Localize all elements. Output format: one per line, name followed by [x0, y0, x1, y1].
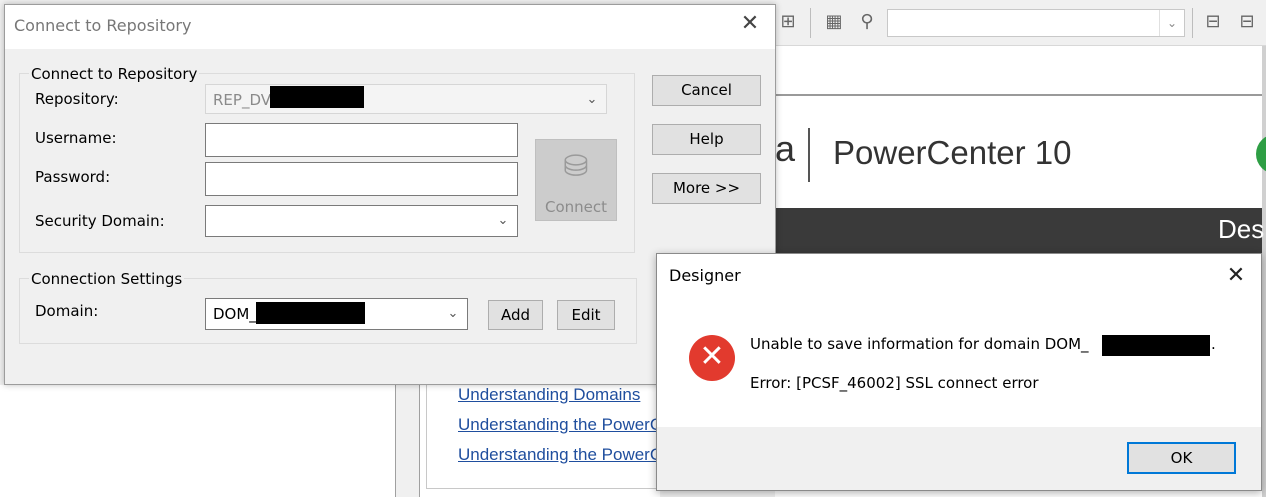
doc-link-domains[interactable]: Understanding Domains: [458, 385, 658, 405]
dark-band-text: Des: [1218, 214, 1265, 244]
repository-combo[interactable]: REP_DV ⌄: [205, 84, 607, 114]
close-icon[interactable]: ✕: [1224, 264, 1248, 288]
redaction-bar: [1102, 335, 1210, 356]
banner-title: PowerCenter 10: [833, 134, 1072, 171]
brand-logo-fragment: a: [775, 128, 796, 169]
password-input[interactable]: [205, 162, 518, 196]
error-message-end: .: [1211, 335, 1216, 353]
connect-button[interactable]: ⛁ Connect: [535, 139, 617, 221]
repository-group-label: Connect to Repository: [29, 65, 200, 83]
edit-domain-button[interactable]: Edit: [557, 300, 615, 330]
chevron-down-icon: ⌄: [447, 306, 459, 321]
repository-value: REP_DV: [213, 91, 271, 109]
error-x-icon: ✕: [689, 335, 735, 381]
password-label: Password:: [35, 168, 111, 186]
cancel-button[interactable]: Cancel: [652, 75, 761, 106]
toolbar-grid-icon[interactable]: ▦: [822, 10, 846, 34]
redaction-bar: [256, 302, 365, 324]
chevron-down-icon: ⌄: [586, 92, 598, 107]
navigator-panel: [0, 385, 396, 497]
domain-value: DOM_: [213, 305, 257, 323]
doc-link-powercenter[interactable]: Understanding the PowerCenter: [458, 415, 658, 435]
chevron-down-icon: ⌄: [1159, 10, 1184, 36]
domain-label: Domain:: [35, 302, 99, 320]
database-connect-icon: ⛁: [563, 149, 589, 184]
banner-dark-band: [775, 208, 1262, 254]
workspace-scroll-edge: [1262, 46, 1266, 497]
doc-link-powercenter-2[interactable]: Understanding the PowerCenter: [458, 445, 658, 465]
security-domain-label: Security Domain:: [35, 212, 165, 230]
close-icon[interactable]: ✕: [738, 12, 762, 36]
error-message: Unable to save information for domain DO…: [750, 335, 1089, 353]
toolbar-tree-icon[interactable]: ⚲: [855, 10, 879, 34]
toolbar-layout-icon[interactable]: ⊞: [776, 10, 800, 34]
add-domain-button[interactable]: Add: [488, 300, 543, 330]
redaction-bar: [270, 86, 364, 108]
security-domain-combo[interactable]: ⌄: [205, 205, 518, 237]
toolbar-combo[interactable]: ⌄: [887, 9, 1185, 37]
error-dialog-title: Designer: [669, 266, 741, 285]
toolbar-mapping2-icon[interactable]: ⊟: [1235, 10, 1259, 34]
help-button[interactable]: Help: [652, 124, 761, 155]
toolbar-separator: [1192, 8, 1193, 38]
more-button[interactable]: More >>: [652, 173, 761, 204]
connect-button-label: Connect: [544, 198, 608, 216]
panel-splitter[interactable]: [396, 385, 420, 497]
toolbar-mapping-icon[interactable]: ⊟: [1201, 10, 1225, 34]
toolbar-separator: [810, 8, 811, 38]
banner-divider: [808, 128, 810, 182]
chevron-down-icon: ⌄: [497, 213, 509, 228]
username-input[interactable]: [205, 123, 518, 157]
repository-label: Repository:: [35, 90, 119, 108]
workspace-header: [775, 46, 1266, 96]
username-label: Username:: [35, 129, 117, 147]
ok-button[interactable]: OK: [1127, 442, 1236, 474]
dialog-title: Connect to Repository: [14, 16, 192, 35]
error-code: Error: [PCSF_46002] SSL connect error: [750, 374, 1039, 392]
connection-settings-label: Connection Settings: [29, 270, 185, 288]
